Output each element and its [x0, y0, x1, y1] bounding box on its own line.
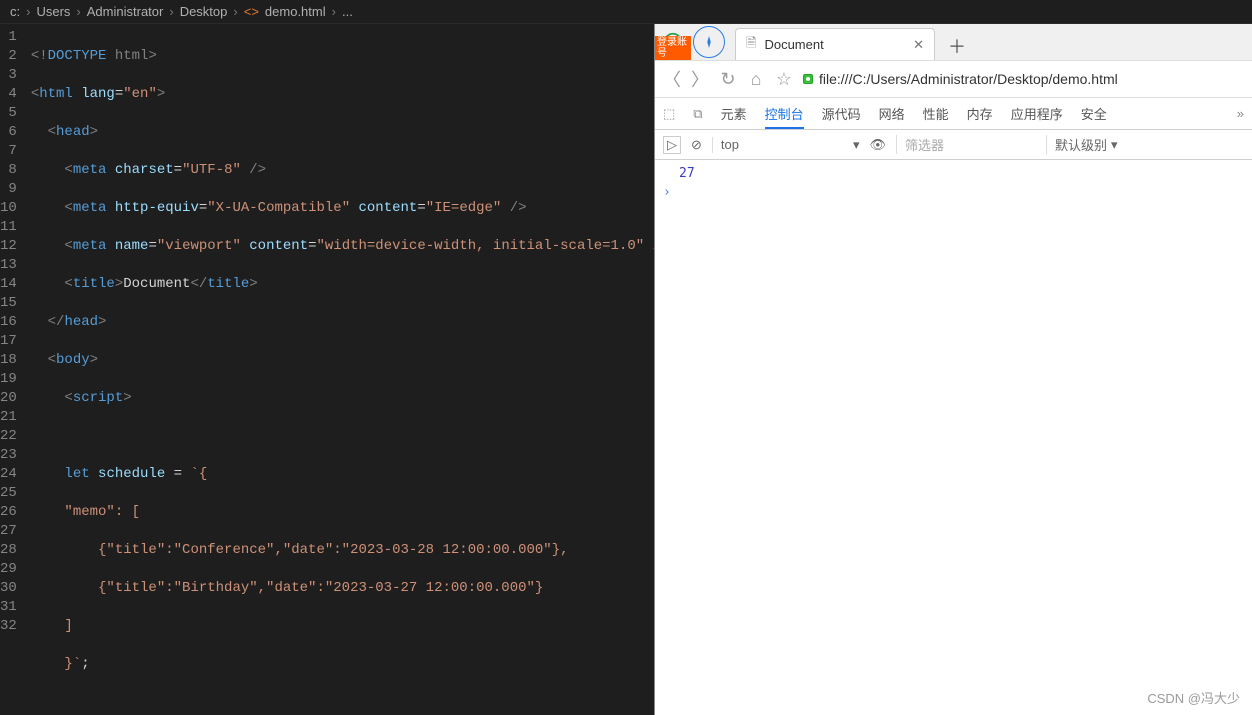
clear-icon[interactable]: ⊘ [691, 137, 702, 153]
console-value: 27 [679, 166, 695, 181]
crumb-users[interactable]: Users [36, 4, 70, 19]
tab-elements[interactable]: 元素 [721, 98, 747, 129]
line-gutter: 1234567891011121314151617181920212223242… [0, 24, 31, 715]
forward-button[interactable]: 〉 [691, 66, 709, 92]
breadcrumb: c:› Users› Administrator› Desktop› <> de… [0, 0, 1252, 24]
favorite-button[interactable]: ☆ [775, 69, 793, 90]
devtools-tabs: ⬚ ⧉ 元素 控制台 源代码 网络 性能 内存 应用程序 安全 » [655, 98, 1252, 130]
back-button[interactable]: 〈 [663, 66, 681, 92]
watermark: CSDN @冯大少 [1147, 688, 1240, 707]
page-icon: 🗎 [746, 34, 756, 56]
tab-performance[interactable]: 性能 [923, 98, 949, 129]
tab-application[interactable]: 应用程序 [1011, 98, 1063, 129]
home-button[interactable]: ⌂ [747, 69, 765, 90]
inspect-icon[interactable]: ⬚ [663, 106, 675, 122]
tab-sources[interactable]: 源代码 [822, 98, 861, 129]
tab-title: Document [764, 37, 823, 52]
code-editor[interactable]: 1234567891011121314151617181920212223242… [0, 24, 654, 715]
tab-console[interactable]: 控制台 [765, 98, 804, 129]
new-tab-button[interactable]: ＋ [943, 32, 971, 60]
address-bar: 〈 〉 ↻ ⌂ ☆ file:///C:/Users/Administrator… [655, 60, 1252, 98]
login-badge[interactable]: 登录账号 [655, 36, 691, 60]
refresh-button[interactable]: ↻ [719, 69, 737, 90]
console-output[interactable]: 27 › [655, 160, 1252, 715]
context-selector[interactable]: top ▾ [712, 137, 860, 153]
tab-strip: 登录账号 🗎 Document ✕ ＋ [655, 24, 1252, 60]
url-text: file:///C:/Users/Administrator/Desktop/d… [819, 71, 1118, 87]
crumb-admin[interactable]: Administrator [87, 4, 164, 19]
device-icon[interactable]: ⧉ [693, 106, 702, 122]
tab-network[interactable]: 网络 [879, 98, 905, 129]
tab-memory[interactable]: 内存 [967, 98, 993, 129]
html-file-icon: <> [244, 4, 259, 19]
browser-tab[interactable]: 🗎 Document ✕ [735, 28, 935, 60]
eye-icon[interactable]: 👁 [870, 137, 887, 153]
url-field[interactable]: file:///C:/Users/Administrator/Desktop/d… [803, 71, 1244, 87]
filter-input[interactable]: 筛选器 [896, 135, 1036, 154]
close-tab-icon[interactable]: ✕ [913, 37, 924, 53]
tab-security[interactable]: 安全 [1081, 98, 1107, 129]
crumb-tail[interactable]: ... [342, 4, 353, 19]
play-icon[interactable]: ▷ [663, 136, 681, 154]
compass-icon[interactable] [693, 26, 725, 58]
console-toolbar: ▷ ⊘ top ▾ 👁 筛选器 默认级别 ▾ [655, 130, 1252, 160]
ie-icon[interactable]: 登录账号 [655, 24, 691, 60]
more-tabs-icon[interactable]: » [1237, 106, 1244, 121]
prompt-caret-icon: › [663, 185, 671, 200]
code-area[interactable]: <!DOCTYPE html> <html lang="en"> <head> … [31, 24, 654, 715]
log-level-selector[interactable]: 默认级别 ▾ [1046, 135, 1118, 154]
browser-window: 登录账号 🗎 Document ✕ ＋ 〈 〉 ↻ ⌂ ☆ [654, 24, 1252, 715]
secure-icon [803, 74, 813, 84]
crumb-file[interactable]: demo.html [265, 4, 326, 19]
crumb-desktop[interactable]: Desktop [180, 4, 228, 19]
crumb-drive[interactable]: c: [10, 4, 20, 19]
